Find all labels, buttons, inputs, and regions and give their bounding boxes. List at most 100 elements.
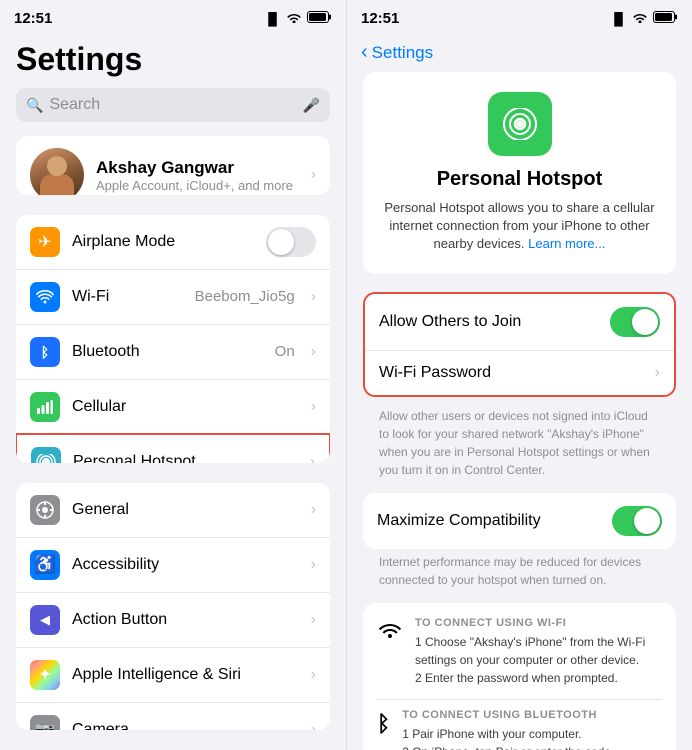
apple-intelligence-chevron: ›: [311, 666, 316, 684]
connect-instructions: TO CONNECT USING WI-FI 1 Choose "Akshay'…: [363, 603, 676, 750]
general-settings-group: General › ♿ Accessibility › ◀ Action But…: [16, 483, 330, 730]
wifi-row[interactable]: Wi-Fi Beebom_Jio5g ›: [16, 269, 330, 324]
wifi-instructions-row: TO CONNECT USING WI-FI 1 Choose "Akshay'…: [377, 617, 662, 687]
maximize-compatibility-row[interactable]: Maximize Compatibility: [363, 493, 676, 549]
profile-name: Akshay Gangwar: [96, 158, 299, 178]
accessibility-icon: ♿: [30, 550, 60, 580]
camera-row[interactable]: 📷 Camera ›: [16, 702, 330, 730]
cellular-row[interactable]: Cellular ›: [16, 379, 330, 434]
camera-chevron: ›: [311, 721, 316, 730]
wifi-connect-step1: 1 Choose "Akshay's iPhone" from the Wi-F…: [415, 633, 662, 669]
wifi-icon: [286, 11, 302, 26]
accessibility-chevron: ›: [311, 556, 316, 574]
action-button-row[interactable]: ◀ Action Button ›: [16, 592, 330, 647]
personal-hotspot-row[interactable]: Personal Hotspot ›: [16, 433, 330, 463]
personal-hotspot-icon: [31, 447, 61, 463]
wifi-settings-icon: [30, 282, 60, 312]
hotspot-icon-box: [488, 92, 552, 156]
signal-icon: ▐▌: [264, 12, 281, 26]
wifi-password-label: Wi-Fi Password: [379, 364, 645, 382]
right-scroll-content: Personal Hotspot Personal Hotspot allows…: [347, 72, 692, 750]
allow-others-label: Allow Others to Join: [379, 313, 600, 331]
wifi-label: Wi-Fi: [72, 288, 183, 306]
bluetooth-chevron: ›: [311, 343, 316, 361]
allow-others-info-text: Allow other users or devices not signed …: [379, 407, 660, 479]
right-battery-icon: [653, 11, 678, 26]
hotspot-description: Personal Hotspot allows you to share a c…: [379, 199, 660, 254]
wifi-connect-title: TO CONNECT USING WI-FI: [415, 617, 662, 629]
action-button-icon: ◀: [30, 605, 60, 635]
allow-others-toggle[interactable]: [610, 307, 660, 337]
action-button-label: Action Button: [72, 611, 299, 629]
apple-intelligence-icon: ✦: [30, 660, 60, 690]
hotspot-page-title: Personal Hotspot: [379, 168, 660, 191]
back-chevron-icon: ‹: [361, 41, 368, 64]
maximize-compatibility-toggle[interactable]: [612, 506, 662, 536]
search-bar[interactable]: 🔍 Search 🎤: [16, 88, 330, 122]
bluetooth-instructions-row: ᛒ TO CONNECT USING BLUETOOTH 1 Pair iPho…: [377, 709, 662, 750]
bluetooth-connect-title: TO CONNECT USING BLUETOOTH: [402, 709, 662, 721]
wifi-connect-step2: 2 Enter the password when prompted.: [415, 669, 662, 687]
personal-hotspot-label: Personal Hotspot: [73, 453, 298, 463]
apple-intelligence-row[interactable]: ✦ Apple Intelligence & Siri ›: [16, 647, 330, 702]
search-icon: 🔍: [26, 97, 43, 114]
hotspot-header-card: Personal Hotspot Personal Hotspot allows…: [363, 72, 676, 274]
right-wifi-icon: [632, 11, 648, 26]
general-label: General: [72, 501, 299, 519]
battery-icon: [307, 11, 332, 26]
maximize-compatibility-group: Maximize Compatibility: [363, 493, 676, 549]
airplane-mode-icon: ✈: [30, 227, 60, 257]
maximize-compatibility-label: Maximize Compatibility: [377, 512, 602, 530]
bluetooth-connect-step2: 2 On iPhone, tap Pair or enter the code …: [402, 743, 662, 750]
bluetooth-icon: ᛒ: [30, 337, 60, 367]
right-status-icons: ▐▌: [610, 11, 678, 26]
bluetooth-row[interactable]: ᛒ Bluetooth On ›: [16, 324, 330, 379]
profile-row[interactable]: Akshay Gangwar Apple Account, iCloud+, a…: [16, 136, 330, 195]
airplane-mode-toggle[interactable]: [266, 227, 316, 257]
profile-info: Akshay Gangwar Apple Account, iCloud+, a…: [96, 158, 299, 193]
general-row[interactable]: General ›: [16, 483, 330, 537]
left-status-icons: ▐▌: [264, 11, 332, 26]
back-label[interactable]: Settings: [372, 43, 433, 63]
avatar: [30, 148, 84, 195]
personal-hotspot-chevron: ›: [310, 453, 315, 463]
profile-group: Akshay Gangwar Apple Account, iCloud+, a…: [16, 136, 330, 195]
right-status-time: 12:51: [361, 10, 399, 27]
mic-icon[interactable]: 🎤: [303, 97, 320, 114]
wifi-chevron: ›: [311, 288, 316, 306]
camera-label: Camera: [72, 721, 299, 730]
bluetooth-value: On: [275, 343, 295, 360]
right-signal-icon: ▐▌: [610, 12, 627, 26]
accessibility-label: Accessibility: [72, 556, 299, 574]
bluetooth-connect-step1: 1 Pair iPhone with your computer.: [402, 725, 662, 743]
bluetooth-connect-icon: ᛒ: [377, 711, 390, 737]
wifi-connect-info: TO CONNECT USING WI-FI 1 Choose "Akshay'…: [415, 617, 662, 687]
learn-more-link[interactable]: Learn more...: [528, 236, 605, 251]
camera-icon: 📷: [30, 715, 60, 730]
right-status-bar: 12:51 ▐▌: [347, 0, 692, 33]
profile-chevron: ›: [311, 166, 316, 184]
cellular-icon: [30, 392, 60, 422]
left-status-bar: 12:51 ▐▌: [0, 0, 346, 33]
allow-others-row[interactable]: Allow Others to Join: [365, 294, 674, 350]
left-status-time: 12:51: [14, 10, 52, 27]
maximize-info-text: Internet performance may be reduced for …: [379, 553, 660, 589]
airplane-mode-label: Airplane Mode: [72, 233, 254, 251]
back-navigation[interactable]: ‹ Settings: [347, 33, 692, 72]
wifi-connect-icon: [377, 619, 403, 647]
airplane-mode-row[interactable]: ✈ Airplane Mode: [16, 215, 330, 269]
connect-divider: [377, 699, 662, 700]
action-button-chevron: ›: [311, 611, 316, 629]
cellular-chevron: ›: [311, 398, 316, 416]
accessibility-row[interactable]: ♿ Accessibility ›: [16, 537, 330, 592]
allow-others-group: Allow Others to Join Wi-Fi Password ›: [363, 292, 676, 397]
personal-hotspot-panel: 12:51 ▐▌ ‹ Settings: [346, 0, 692, 750]
wifi-password-chevron: ›: [655, 364, 660, 382]
wifi-password-row[interactable]: Wi-Fi Password ›: [365, 350, 674, 395]
settings-title: Settings: [0, 33, 346, 88]
bluetooth-label: Bluetooth: [72, 343, 263, 361]
bluetooth-connect-info: TO CONNECT USING BLUETOOTH 1 Pair iPhone…: [402, 709, 662, 750]
network-settings-group: ✈ Airplane Mode Wi-Fi Beebom_Jio5g › ᛒ B…: [16, 215, 330, 463]
search-placeholder: Search: [49, 96, 296, 114]
wifi-value: Beebom_Jio5g: [195, 288, 295, 305]
